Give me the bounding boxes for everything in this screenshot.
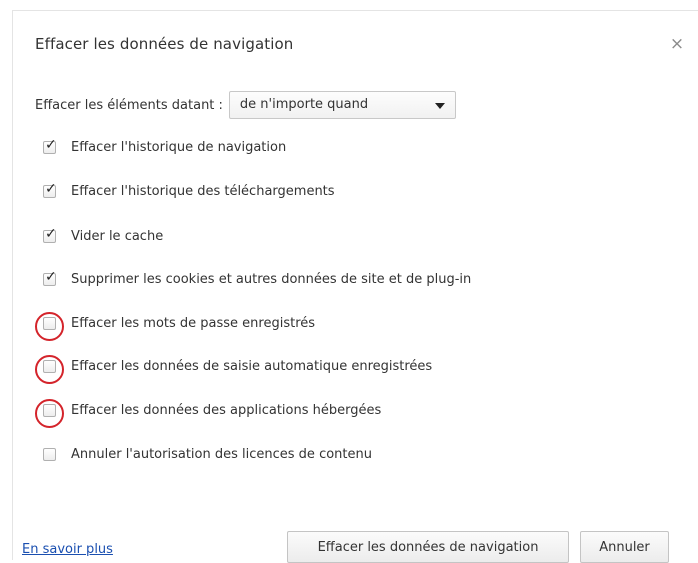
checkmark-icon: ✓ <box>45 180 57 197</box>
option-hosted-apps[interactable]: Effacer les données des applications héb… <box>35 398 382 428</box>
clear-browsing-data-dialog: Effacer les données de navigation × Effa… <box>12 10 698 560</box>
autofill-checkbox[interactable] <box>35 354 64 384</box>
option-passwords[interactable]: Effacer les mots de passe enregistrés <box>35 311 316 341</box>
checkmark-icon: ✓ <box>45 225 57 242</box>
checkmark-icon: ✓ <box>45 268 57 285</box>
option-label: Supprimer les cookies et autres données … <box>71 271 472 287</box>
option-label: Annuler l'autorisation des licences de c… <box>71 446 372 462</box>
content-licenses-checkbox[interactable] <box>43 447 56 461</box>
option-label: Vider le cache <box>71 228 164 244</box>
highlight-circle <box>35 311 64 341</box>
highlight-circle <box>35 354 64 384</box>
option-cache[interactable]: ✓ Vider le cache <box>43 225 163 247</box>
time-range-selected-value: de n'importe quand <box>239 97 369 112</box>
cancel-button[interactable]: Annuler <box>580 531 669 563</box>
option-content-licenses[interactable]: Annuler l'autorisation des licences de c… <box>43 443 372 465</box>
checkmark-icon: ✓ <box>45 136 57 153</box>
option-label: Effacer l'historique de navigation <box>71 139 287 155</box>
option-label: Effacer l'historique des téléchargements <box>71 183 335 199</box>
option-browsing-history[interactable]: ✓ Effacer l'historique de navigation <box>43 136 286 158</box>
option-cookies[interactable]: ✓ Supprimer les cookies et autres donnée… <box>43 268 471 290</box>
time-range-row: Effacer les éléments datant : de n'impor… <box>35 90 456 120</box>
dropdown-arrow-icon <box>434 103 445 109</box>
hosted-apps-checkbox[interactable] <box>35 398 64 428</box>
option-label: Effacer les mots de passe enregistrés <box>71 315 316 331</box>
option-autofill[interactable]: Effacer les données de saisie automatiqu… <box>35 354 433 384</box>
cache-checkbox[interactable]: ✓ <box>43 226 57 243</box>
passwords-checkbox[interactable] <box>35 311 64 341</box>
time-range-select[interactable]: de n'importe quand <box>228 91 456 119</box>
time-range-label: Effacer les éléments datant : <box>35 97 223 113</box>
learn-more-link[interactable]: En savoir plus <box>22 542 113 557</box>
browsing-history-checkbox[interactable]: ✓ <box>43 137 57 154</box>
clear-data-button[interactable]: Effacer les données de navigation <box>287 531 569 563</box>
option-label: Effacer les données de saisie automatiqu… <box>71 358 433 374</box>
highlight-circle <box>35 398 64 428</box>
close-icon[interactable]: × <box>668 35 686 53</box>
download-history-checkbox[interactable]: ✓ <box>43 181 57 198</box>
option-label: Effacer les données des applications héb… <box>71 402 382 418</box>
option-download-history[interactable]: ✓ Effacer l'historique des téléchargemen… <box>43 180 335 202</box>
cookies-checkbox[interactable]: ✓ <box>43 269 57 286</box>
dialog-title: Effacer les données de navigation <box>35 35 294 53</box>
